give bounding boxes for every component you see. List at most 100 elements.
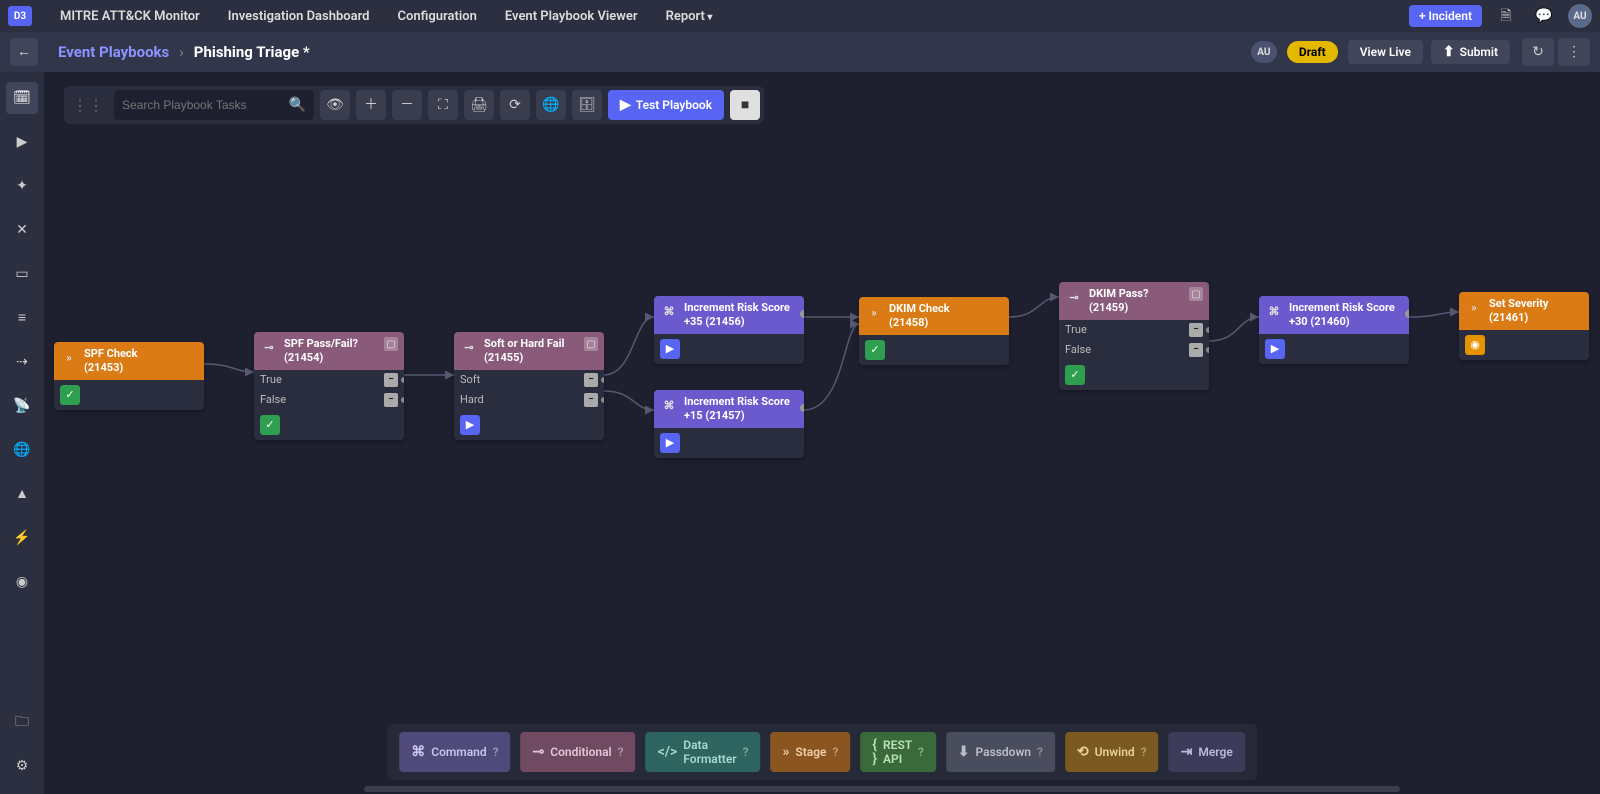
rail-folder[interactable]: 🗀 [6,706,38,738]
rail-calendar[interactable]: 🗓 [6,82,38,114]
nav-investigation[interactable]: Investigation Dashboard [214,9,384,24]
remove-branch-button[interactable]: − [1189,323,1203,337]
more-menu-button[interactable]: ⋮ [1558,38,1590,66]
rail-sensor[interactable]: 📡 [6,390,38,422]
node-dkim-check[interactable]: » DKIM Check(21458) ✓ [859,297,1009,365]
document-icon[interactable]: 🗎 [1492,4,1520,28]
help-icon[interactable]: ? [743,745,749,759]
command-icon: ⌘ [1265,302,1283,320]
node-id: (21458) [889,316,928,329]
expand-button[interactable]: ▢ [584,337,598,351]
help-icon[interactable]: ? [832,745,838,759]
branch-false[interactable]: False− [254,390,404,410]
rail-globe[interactable]: 🌐 [6,434,38,466]
node-spf-passfail[interactable]: ⊸ SPF Pass/Fail?(21454) ▢ True− False− ✓ [254,332,404,440]
rail-play[interactable]: ▶ [6,126,38,158]
rail-settings[interactable]: ⚙ [6,750,38,782]
task-search[interactable]: 🔍 [114,90,314,120]
owner-chip[interactable]: AU [1251,41,1277,63]
branch-hard[interactable]: Hard− [454,390,604,410]
status-pending-icon: ▶ [460,415,480,435]
palette-stage[interactable]: »Stage? [770,732,850,772]
branch-true[interactable]: True− [1059,320,1209,340]
breadcrumb: Event Playbooks › Phishing Triage * [58,43,310,61]
status-success-icon: ✓ [260,415,280,435]
zoom-in-button[interactable]: ＋ [356,90,386,120]
rail-fingerprint[interactable]: ◉ [6,566,38,598]
user-avatar[interactable]: AU [1568,4,1592,28]
help-icon[interactable]: ? [618,745,624,759]
submit-button[interactable]: ⬆Submit [1431,40,1510,64]
status-idea-icon: ◉ [1465,335,1485,355]
chat-icon[interactable]: 💬 [1530,4,1558,28]
zoom-out-button[interactable]: － [392,90,422,120]
command-icon: ⌘ [660,302,678,320]
view-live-button[interactable]: View Live [1348,40,1423,64]
nav-mitre[interactable]: MITRE ATT&CK Monitor [46,9,214,24]
back-button[interactable]: ← [10,38,38,66]
palette-unwind[interactable]: ⟲Unwind? [1065,732,1159,772]
app-logo[interactable]: D3 [8,6,32,26]
remove-branch-button[interactable]: − [384,373,398,387]
help-icon[interactable]: ? [1141,745,1147,759]
remove-branch-button[interactable]: − [384,393,398,407]
branch-soft[interactable]: Soft− [454,370,604,390]
print-button[interactable]: 🖨 [464,90,494,120]
help-icon[interactable]: ? [918,745,924,759]
node-inc35[interactable]: ⌘ Increment Risk Score +35 (21456) ▶ [654,296,804,364]
fit-screen-button[interactable]: ⛶ [428,90,458,120]
help-icon[interactable]: ? [1037,745,1043,759]
horizontal-scrollbar[interactable] [364,786,1400,792]
expand-button[interactable]: ▢ [1189,287,1203,301]
visibility-button[interactable]: 👁 [320,90,350,120]
globe-button[interactable]: 🌐 [536,90,566,120]
rail-bolt[interactable]: ⚡ [6,522,38,554]
test-playbook-button[interactable]: ▶Test Playbook [608,90,724,120]
rail-trash[interactable]: ▲ [6,478,38,510]
conditional-icon: ⊸ [260,338,278,356]
search-input[interactable] [122,98,289,112]
playbook-canvas[interactable]: ⋮⋮ 🔍 👁 ＋ － ⛶ 🖨 ⟳ 🌐 🗄 ▶Test Playbook ■ [44,72,1600,794]
node-title: DKIM Pass? [1089,287,1148,300]
remove-branch-button[interactable]: − [584,393,598,407]
rail-tools[interactable]: ✕ [6,214,38,246]
rail-share[interactable]: ⇢ [6,346,38,378]
stop-button[interactable]: ■ [730,90,760,120]
breadcrumb-link[interactable]: Event Playbooks [58,43,169,61]
node-inc30[interactable]: ⌘ Increment Risk Score +30 (21460) ▶ [1259,296,1409,364]
refresh-button[interactable]: ⟳ [500,90,530,120]
palette-merge[interactable]: ⇥Merge [1169,732,1245,772]
palette-data-formatter[interactable]: </>Data Formatter? [646,732,761,772]
db-button[interactable]: 🗄 [572,90,602,120]
help-icon[interactable]: ? [493,745,499,759]
rail-extensions[interactable]: ✦ [6,170,38,202]
branch-false[interactable]: False− [1059,340,1209,360]
node-dkim-pass[interactable]: ⊸ DKIM Pass?(21459) ▢ True− False− ✓ [1059,282,1209,390]
node-spf-check[interactable]: » SPF Check(21453) ✓ [54,342,204,410]
palette-passdown[interactable]: ⬇Passdown? [946,732,1055,772]
nav-report[interactable]: Report [652,9,727,24]
rail-date[interactable]: ▭ [6,258,38,290]
palette-command[interactable]: ⌘Command? [399,732,510,772]
conditional-icon: ⊸ [533,745,545,759]
new-incident-button[interactable]: + Incident [1409,5,1482,27]
nav-configuration[interactable]: Configuration [384,9,491,24]
remove-branch-button[interactable]: − [584,373,598,387]
test-playbook-label: Test Playbook [636,98,712,112]
branch-true[interactable]: True− [254,370,404,390]
command-icon: ⌘ [660,396,678,414]
node-soft-hard[interactable]: ⊸ Soft or Hard Fail(21455) ▢ Soft− Hard−… [454,332,604,440]
code-icon: </> [658,745,678,759]
palette-conditional[interactable]: ⊸Conditional? [521,732,636,772]
remove-branch-button[interactable]: − [1189,343,1203,357]
node-id: (21456) [705,315,744,328]
node-inc15[interactable]: ⌘ Increment Risk Score +15 (21457) ▶ [654,390,804,458]
rail-database[interactable]: ≡ [6,302,38,334]
toolbar-drag-handle[interactable]: ⋮⋮ [68,96,108,115]
node-id: (21455) [484,351,523,364]
expand-button[interactable]: ▢ [384,337,398,351]
palette-rest-api[interactable]: { }REST API? [860,732,935,772]
history-button[interactable]: ↻ [1522,38,1554,66]
nav-playbook-viewer[interactable]: Event Playbook Viewer [491,9,652,24]
node-set-severity[interactable]: » Set Severity(21461) ◉ [1459,292,1589,360]
